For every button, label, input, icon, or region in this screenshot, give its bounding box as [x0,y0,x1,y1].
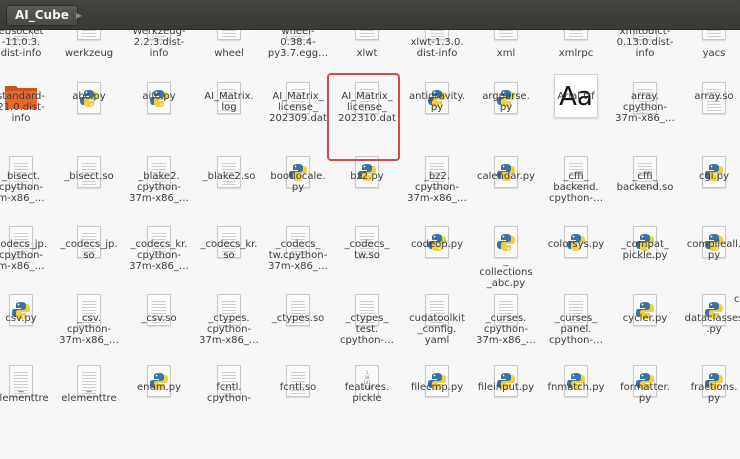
file-label: antigravity. py [408,91,466,113]
file-label: ebsocket -11.0.3. dist-info [0,30,44,59]
doc-icon [54,30,124,40]
doc-icon [332,30,402,40]
file-label: _bisect. cpython- m-x86_… [0,171,45,204]
file-label: filecmp.py [410,382,464,393]
breadcrumb-arrow-icon[interactable]: ▸ [76,5,82,26]
file-label: fractions. py [690,382,738,404]
file-label: _ctypes_ test. cpython-… [339,313,395,346]
file-label: codeop.py [410,239,464,250]
file-label: fcntl.so [279,382,317,393]
file-label: standard- 21.0.dist- info [0,91,45,124]
file-label: cgi.py [698,171,730,182]
file-label: werkzeug [64,48,114,59]
file-label: _csv.so [141,313,177,324]
file-label: xmlrpc [558,48,594,59]
file-label: xlwt-1.3.0. dist-info [410,37,464,59]
file-label: AI_Matrix. log [204,91,254,113]
doc-icon [541,30,611,40]
file-label: array. cpython- 37m-x86_… [615,91,675,124]
file-label: _codecs_ tw.so [344,239,390,261]
file-label: abc.py [72,91,106,102]
file-label: _ctypes. cpython- 37m-x86_… [199,313,259,346]
breadcrumb-ai-cube[interactable]: AI_Cube [6,5,78,26]
file-label: bz2.py [350,171,384,182]
doc-icon [194,30,264,40]
doc-icon [471,30,541,40]
file-label: _codecs_kr. so [200,239,258,261]
file-label: xmltodict- 0.13.0.dist- info [616,30,674,59]
file-label: _codecs_jp. so [60,239,118,261]
file-label: Werkzeug- 2.2.3.dist- info [132,30,186,59]
file-label: dataclasses .py [684,313,740,335]
file-label: _csv. cpython- 37m-x86_… [59,313,119,346]
file-label: colorsys.py [547,239,605,250]
file-label: codecs_jp. cpython- m-x86_… [0,239,48,272]
doc-icon [679,30,740,40]
file-label: formatter. py [620,382,670,404]
file-label: bootlocale. py [270,171,326,193]
file-label: _ elementtre [61,382,117,404]
file-label: _blake2. cpython- 37m-x86_… [129,171,189,204]
file-label: xlwt [356,48,378,59]
file-label: fcntl. cpython- [206,382,252,404]
file-label: _codecs_kr. cpython- 37m-x86_… [129,239,189,272]
file-label: cudatoolkit _config. yaml [409,313,465,346]
file-label: _codecs_ tw.cpython- 37m-x86_… [268,239,328,272]
file-label: xml [496,48,516,59]
file-label: _cffi_ backend.so [616,171,674,193]
file-label: calendar.py [476,171,535,182]
file-label: _ elementtre [0,382,49,404]
file-label: wheel- 0.38.4- py3.7.egg… [267,30,329,59]
file-label: compileall. py [686,239,740,261]
file-label: _curses_ panel. cpython-… [548,313,604,346]
file-label: aifc.py [142,91,176,102]
file-label: fileinput.py [477,382,535,393]
file-label: _blake2.so [202,171,256,182]
file-label: argparse. py [482,91,530,113]
file-label: _compat_ pickle.py [621,239,669,261]
file-label: _ collections _abc.py [479,256,533,289]
python-icon [471,226,541,258]
file-label: yacs [702,48,726,59]
file-label: AI_Matrix_ license_ 202309.dat [269,91,327,124]
file-label: _bisect.so [64,171,114,182]
selection-highlight [327,73,400,161]
file-label: _ctypes.so [271,313,325,324]
file-label: Arial.ttf [557,91,595,102]
file-label: cycler.py [622,313,668,324]
file-label: enum.py [136,382,181,393]
file-label: csv.py [5,313,37,324]
file-label: _cffi_ backend. cpython-… [548,171,604,204]
title-bar: AI_Cube ▸ [0,0,740,30]
file-label: _bz2. cpython- 37m-x86_… [407,171,467,204]
edge-label: c [734,294,740,305]
file-label: features. pickle [344,382,390,404]
file-label: _curses. cpython- 37m-x86_… [476,313,536,346]
file-label: wheel [214,48,244,59]
file-label: array.so [694,91,734,102]
file-label: fnmatch.py [547,382,605,393]
